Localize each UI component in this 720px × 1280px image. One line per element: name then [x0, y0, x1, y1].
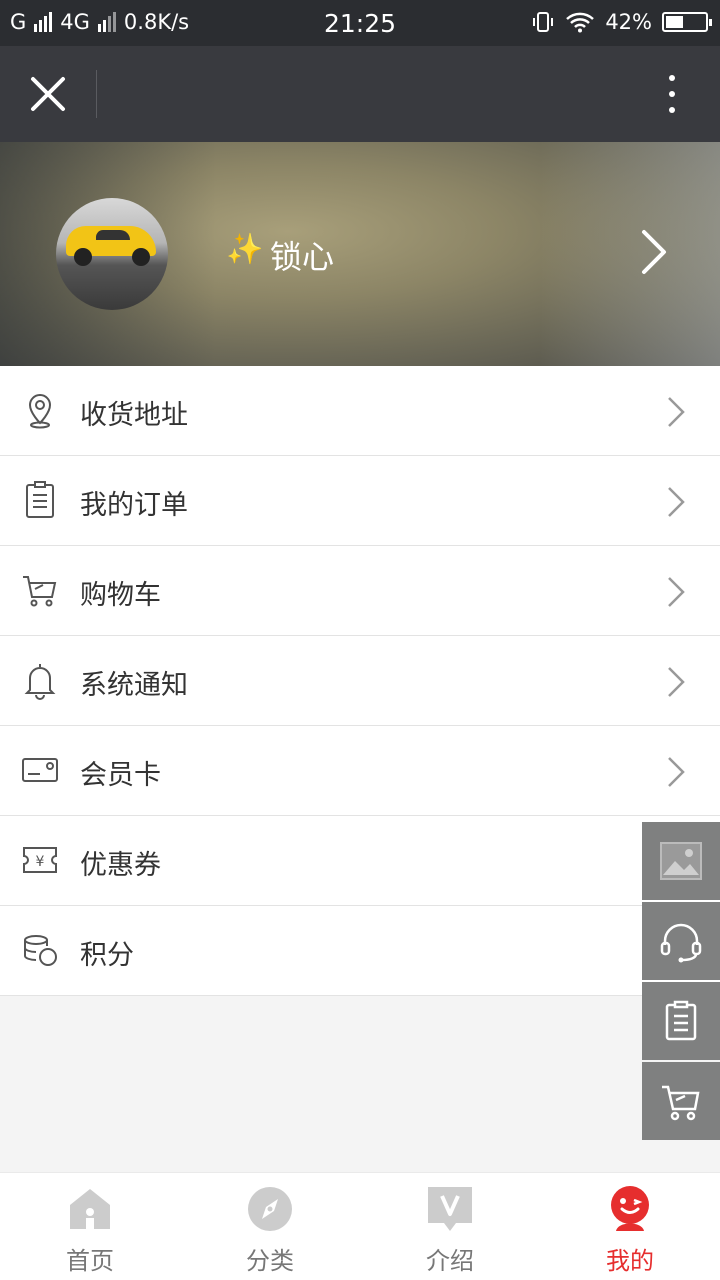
menu-label: 优惠券 [80, 850, 161, 881]
menu-item-cart[interactable]: 购物车 [0, 546, 720, 636]
home-icon [70, 1189, 110, 1229]
float-support-button[interactable] [642, 902, 720, 980]
menu-item-address[interactable]: 收货地址 [0, 366, 720, 456]
float-cart-button[interactable] [642, 1062, 720, 1140]
compass-icon [248, 1187, 292, 1231]
menu-label: 我的订单 [80, 490, 188, 521]
profile-header[interactable] [0, 142, 720, 366]
clipboard-icon [665, 1000, 697, 1041]
chevron-right-icon [668, 667, 685, 697]
chevron-right-icon[interactable] [640, 228, 668, 276]
menu-label: 收货地址 [80, 400, 188, 431]
floating-action-bar [642, 822, 720, 1142]
menu-item-points[interactable]: 积分 [0, 906, 720, 996]
order-list-icon [26, 481, 54, 518]
tab-category[interactable]: 分类 [180, 1173, 360, 1280]
image-icon [660, 842, 702, 880]
float-orders-button[interactable] [642, 982, 720, 1060]
location-pin-icon [28, 393, 52, 429]
tab-home[interactable]: 首页 [0, 1173, 180, 1280]
status-bar: G 4G 0.8K/s 21:25 42% [0, 0, 720, 46]
chevron-right-icon [668, 757, 685, 787]
nav-divider [96, 70, 97, 118]
more-vertical-icon [669, 75, 675, 81]
menu-item-notifications[interactable]: 系统通知 [0, 636, 720, 726]
menu-label: 会员卡 [80, 760, 161, 791]
tab-label: 首页 [66, 1247, 114, 1275]
svg-text:¥: ¥ [36, 854, 45, 870]
status-right: 42% [531, 10, 712, 34]
points-coins-icon [24, 935, 57, 966]
close-icon [31, 77, 65, 111]
nav-bar [0, 46, 720, 142]
menu-label: 积分 [80, 940, 134, 971]
member-card-icon [22, 758, 58, 782]
coupon-icon: ¥ [23, 847, 57, 873]
intro-v-icon [428, 1187, 472, 1231]
chevron-right-icon [668, 487, 685, 517]
tab-mine[interactable]: 我的 [540, 1173, 720, 1280]
username[interactable]: 锁心 [270, 232, 334, 278]
menu-label: 购物车 [80, 580, 161, 611]
menu-item-orders[interactable]: 我的订单 [0, 456, 720, 546]
headset-icon [660, 923, 702, 963]
chevron-right-icon [668, 577, 685, 607]
battery-level: 42% [605, 10, 652, 34]
cart-icon [23, 576, 57, 607]
bell-icon [24, 664, 56, 700]
tab-label: 我的 [606, 1247, 654, 1275]
chevron-right-icon [668, 397, 685, 427]
tab-intro[interactable]: 介绍 [360, 1173, 540, 1280]
float-image-button[interactable] [642, 822, 720, 900]
tab-label: 分类 [246, 1247, 294, 1275]
battery-icon [662, 12, 712, 32]
menu-item-coupons[interactable]: ¥ 优惠券 [0, 816, 720, 906]
sparkle-icon: ✨ [226, 232, 264, 267]
more-button[interactable] [648, 70, 696, 118]
wifi-icon [566, 12, 595, 33]
bottom-tab-bar: 首页 分类 介绍 我的 [0, 1172, 720, 1280]
tab-label: 介绍 [426, 1247, 474, 1275]
menu-label: 系统通知 [80, 670, 188, 701]
close-button[interactable] [20, 66, 76, 122]
mine-face-icon [611, 1186, 649, 1231]
avatar[interactable] [56, 198, 168, 310]
cart-icon [662, 1085, 700, 1121]
menu-item-member-card[interactable]: 会员卡 [0, 726, 720, 816]
menu-list: 收货地址 我的订单 购物车 系统通知 会员卡 ¥ 优惠券 积分 [0, 366, 720, 996]
vibrate-icon [533, 12, 554, 32]
